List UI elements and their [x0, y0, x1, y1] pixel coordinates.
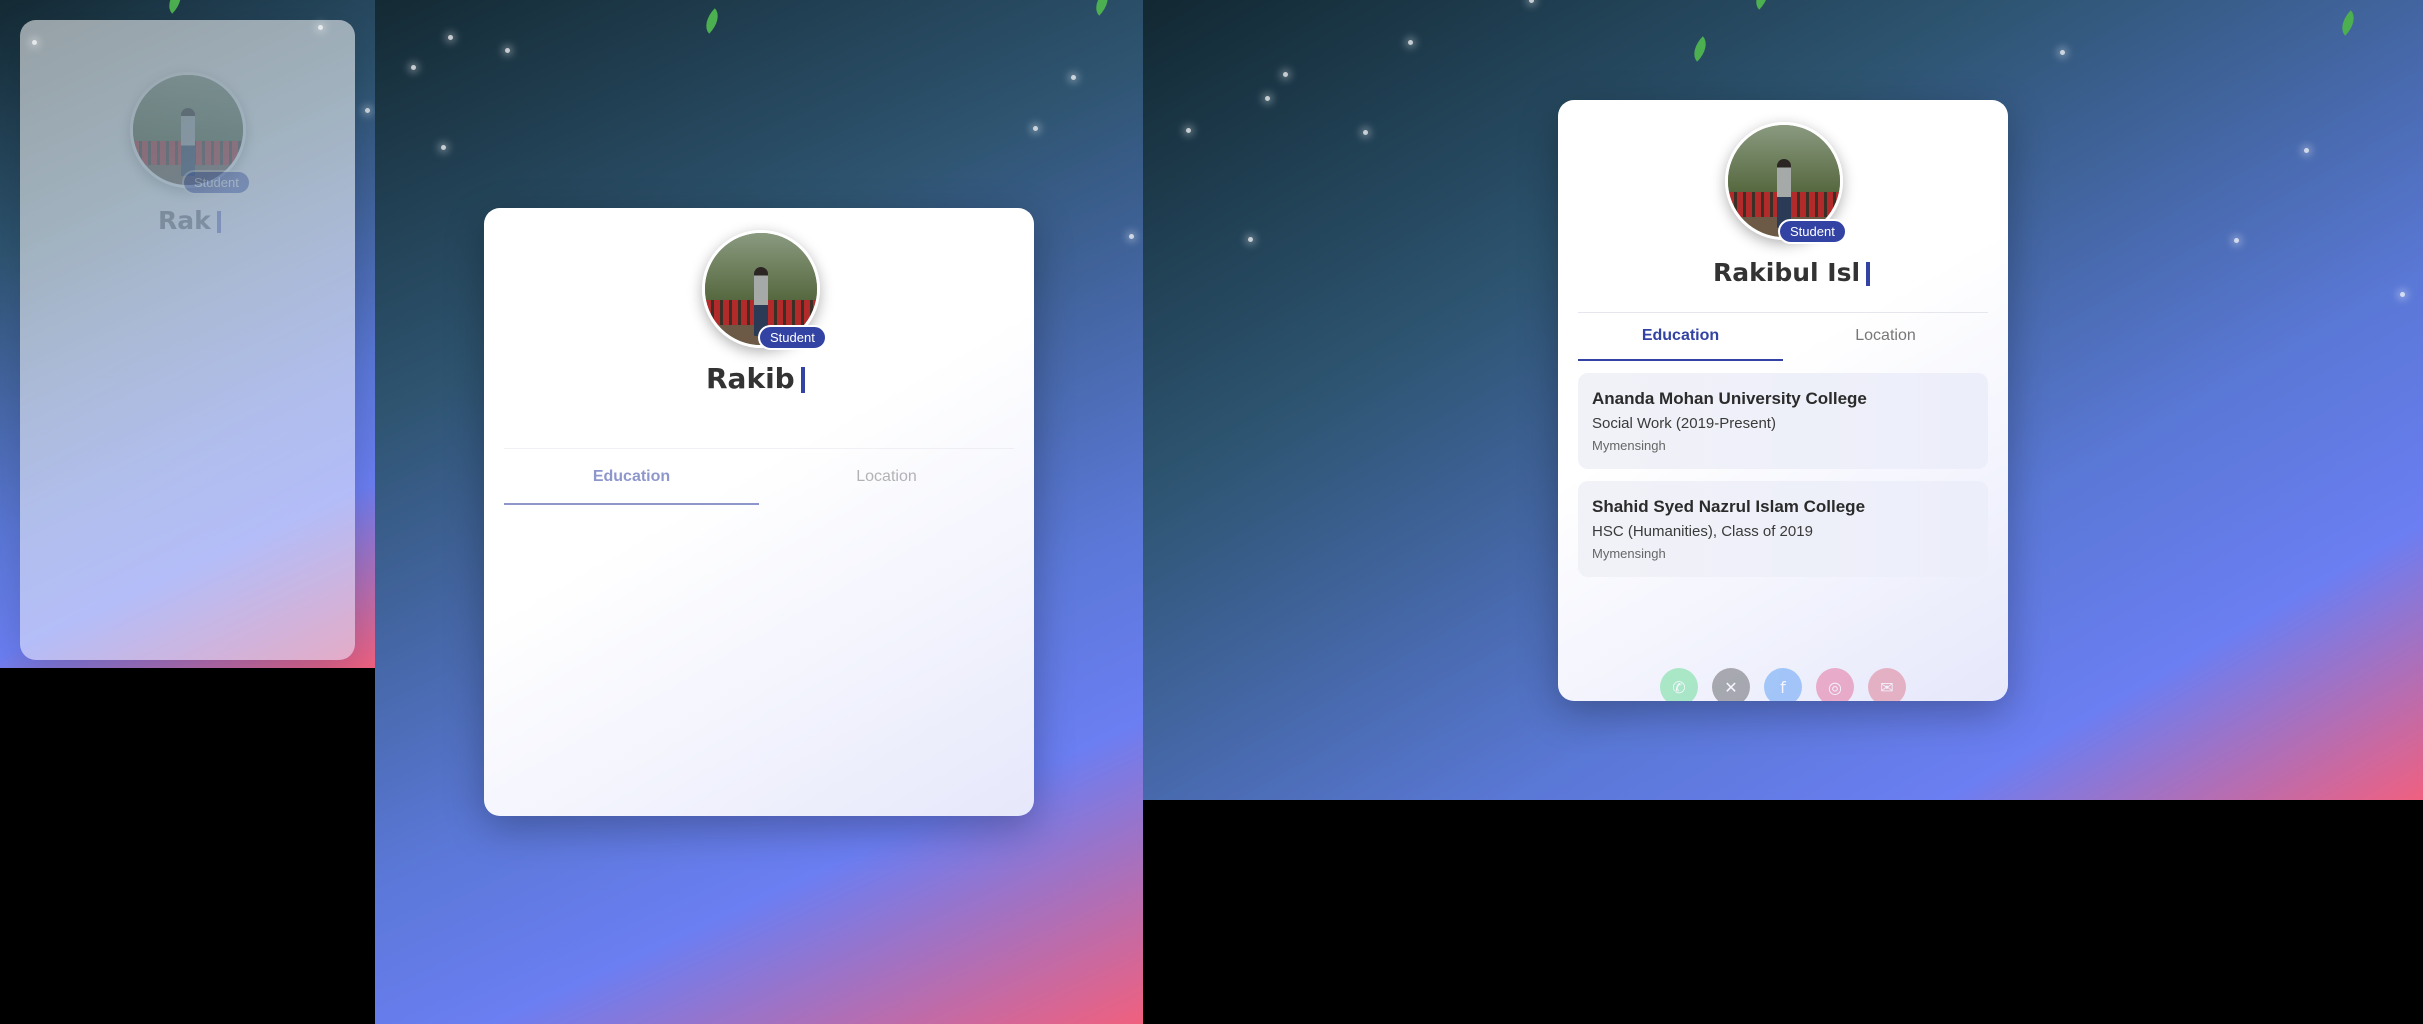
profile-card: Student Rakibul Isl Education Location A… — [1558, 100, 2008, 701]
email-icon[interactable]: ✉ — [1868, 668, 1906, 701]
tab-education[interactable]: Education — [504, 449, 759, 505]
education-institution: Shahid Syed Nazrul Islam College — [1592, 497, 1866, 516]
typing-cursor — [216, 211, 221, 233]
whatsapp-icon[interactable]: ✆ — [1660, 668, 1698, 701]
role-badge: Student — [1778, 219, 1847, 244]
education-location: Mymensingh — [1592, 546, 1666, 561]
tab-location[interactable]: Location — [1783, 313, 1988, 361]
typed-name-text: Rakibul Isl — [1713, 258, 1861, 287]
profile-tabs: Education Location — [504, 448, 1014, 505]
falling-leaf — [2335, 10, 2361, 36]
typing-cursor — [1866, 262, 1871, 286]
instagram-icon[interactable]: ◎ — [1816, 668, 1854, 701]
profile-card: Student Rakib Education Location — [484, 208, 1034, 816]
falling-leaf — [1687, 36, 1713, 62]
education-item: Shahid Syed Nazrul Islam College HSC (Hu… — [1578, 481, 1988, 577]
falling-leaf — [1089, 0, 1115, 16]
falling-leaf — [699, 8, 725, 34]
role-badge: Student — [182, 170, 251, 195]
social-links: ✆ ✕ f ◎ ✉ — [1558, 668, 2008, 701]
education-detail: Social Work (2019-Present) — [1592, 415, 1776, 432]
education-location: Mymensingh — [1592, 438, 1666, 453]
profile-name: Rakibul Isl — [1713, 258, 1871, 287]
profile-name: Rak — [158, 206, 221, 235]
profile-card: Student Rak — [20, 20, 355, 660]
profile-tabs: Education Location — [1578, 312, 1988, 361]
profile-name: Rakib — [706, 362, 805, 395]
role-badge: Student — [758, 325, 827, 350]
education-item: Ananda Mohan University College Social W… — [1578, 373, 1988, 469]
viewport-tablet-panel: Student Rakib Education Location — [375, 0, 1143, 1024]
viewport-desktop-panel: Student Rakibul Isl Education Location A… — [1143, 0, 2423, 800]
tab-education[interactable]: Education — [1578, 313, 1783, 361]
x-twitter-icon[interactable]: ✕ — [1712, 668, 1750, 701]
tab-location[interactable]: Location — [759, 449, 1014, 505]
typed-name-text: Rakib — [706, 362, 795, 395]
falling-leaf — [162, 0, 188, 14]
education-detail: HSC (Humanities), Class of 2019 — [1592, 523, 1813, 540]
education-institution: Ananda Mohan University College — [1592, 389, 1867, 408]
falling-leaf — [1749, 0, 1775, 10]
typing-cursor — [800, 367, 805, 393]
facebook-icon[interactable]: f — [1764, 668, 1802, 701]
typed-name-text: Rak — [158, 206, 211, 235]
viewport-mobile-panel: Student Rak — [0, 0, 375, 668]
